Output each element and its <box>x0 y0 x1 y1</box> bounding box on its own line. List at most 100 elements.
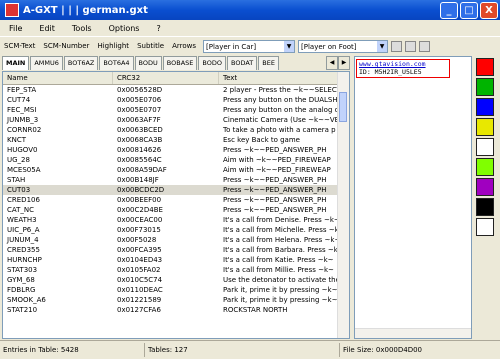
color-swatch[interactable] <box>476 118 494 136</box>
cell-name: STAH <box>7 176 26 184</box>
scm-number-button[interactable]: SCM-Number <box>39 42 93 50</box>
table-row[interactable]: CORNR02 0x0063BCED To take a photo with a … <box>3 125 349 135</box>
color-swatch[interactable] <box>476 178 494 196</box>
tab-ammu6[interactable]: AMMU6 <box>30 56 63 70</box>
table-row[interactable]: FDBLRG 0x0110DEAC Park it, prime it by pre… <box>3 285 349 295</box>
table-row[interactable]: CRED355 0x00FCA395 It's a call from Barbar… <box>3 245 349 255</box>
scm-text-button[interactable]: SCM-Text <box>0 42 39 50</box>
close-button[interactable]: X <box>480 1 498 19</box>
column-header-text[interactable]: Text <box>219 72 339 84</box>
table-row[interactable]: GYM_68 0x010C5C74 Use the detonator to act… <box>3 275 349 285</box>
horizontal-scrollbar[interactable] <box>355 328 471 338</box>
cell-text: Park it, prime it by pressing ~k~ <box>223 296 338 304</box>
column-header-crc32[interactable]: CRC32 <box>113 72 219 84</box>
menu-help[interactable]: ? <box>147 24 168 33</box>
vertical-scrollbar[interactable] <box>337 72 349 338</box>
cell-name: STAT303 <box>7 266 38 274</box>
chevron-left-icon[interactable]: ◀ <box>326 56 338 70</box>
cell-text: Cinematic Camera (Use ~k~~VE <box>223 116 339 124</box>
status-tables: Tables: 127 <box>145 343 340 357</box>
tab-bodu[interactable]: BODU <box>134 56 162 70</box>
menu-edit[interactable]: Edit <box>30 24 63 33</box>
table-row[interactable]: STAT303 0x0105FA02 It's a call from Millie… <box>3 265 349 275</box>
cell-name: CRED355 <box>7 246 40 254</box>
table-row[interactable]: CUT03 0x00BCDC2D Press ~k~~PED_ANSWER_PH <box>3 185 349 195</box>
tab-bot6a4[interactable]: BOT6A4 <box>99 56 134 70</box>
color-swatch[interactable] <box>476 218 494 236</box>
highlight-box <box>356 59 450 78</box>
cell-name: JUNMB_3 <box>7 116 39 124</box>
menu-options[interactable]: Options <box>100 24 148 33</box>
scroll-thumb[interactable] <box>339 92 347 122</box>
table-row[interactable]: CAT_NC 0x00C2D4BE Press ~k~~PED_ANSWER_PH <box>3 205 349 215</box>
search-icon[interactable] <box>419 40 431 52</box>
table-row[interactable]: UG_28 0x0085564C Aim with ~k~~PED_FIREWEAP <box>3 155 349 165</box>
arrows-button[interactable]: Arrows <box>168 42 200 50</box>
color-swatch[interactable] <box>476 198 494 216</box>
cell-text: Press any button on the analog co <box>223 106 339 114</box>
cell-name: SMOOK_A6 <box>7 296 46 304</box>
highlight-button[interactable]: Highlight <box>93 42 133 50</box>
maximize-button[interactable]: □ <box>460 1 478 19</box>
tab-bodo[interactable]: BODO <box>198 56 226 70</box>
player-on-foot-select[interactable]: [Player on Foot] ▼ <box>298 39 389 53</box>
tab-scroll: ◀ ▶ <box>326 56 350 70</box>
color-swatch[interactable] <box>476 78 494 96</box>
cell-crc32: 0x00814626 <box>117 146 162 154</box>
app-icon <box>5 3 19 17</box>
cell-name: HUGOV0 <box>7 146 38 154</box>
menu-file[interactable]: File <box>0 24 30 33</box>
text-editor[interactable]: www.gtavision.com ID: M5H2IR_U5LE5 <box>354 56 472 339</box>
cell-text: ROCKSTAR NORTH <box>223 306 288 314</box>
cell-name: CORNR02 <box>7 126 42 134</box>
table-row[interactable]: JUNMB_3 0x0063AF7F Cinematic Camera (Use ~… <box>3 115 349 125</box>
folder-icon[interactable] <box>405 40 417 52</box>
cell-crc32: 0x00B148JF <box>117 176 159 184</box>
table-row[interactable]: MCES05A 0x008A59DAF Aim with ~k~~PED_FIREW… <box>3 165 349 175</box>
subtitle-button[interactable]: Subtitle <box>133 42 168 50</box>
table-row[interactable]: WEATH3 0x00CEAC00 It's a call from Denise.… <box>3 215 349 225</box>
cell-name: CRED106 <box>7 196 40 204</box>
status-bar: Entries in Table: 5428 Tables: 127 File … <box>0 340 500 359</box>
cell-crc32: 0x00BEEF00 <box>117 196 162 204</box>
table-row[interactable]: JUNUM_4 0x00F5028 It's a call from Helena.… <box>3 235 349 245</box>
copy-icon[interactable] <box>391 40 403 52</box>
table-row[interactable]: STAT210 0x0127CFA6 ROCKSTAR NORTH <box>3 305 349 315</box>
color-palette <box>474 56 496 238</box>
chevron-down-icon: ▼ <box>377 40 388 52</box>
table-row[interactable]: CUT74 0x005E0706 Press any button on the D… <box>3 95 349 105</box>
color-swatch[interactable] <box>476 138 494 156</box>
table-row[interactable]: FEP_STA 0x0056528D 2 player - Press the ~k… <box>3 85 349 95</box>
tab-bot6az[interactable]: BOT6AZ <box>63 56 99 70</box>
player-in-car-select[interactable]: [Player in Car] ▼ <box>203 39 296 53</box>
tab-bobase[interactable]: BOBASE <box>162 56 198 70</box>
status-entries: Entries in Table: 5428 <box>0 343 145 357</box>
table-row[interactable]: KNCT 0x0068CA3B Esc key Back to game <box>3 135 349 145</box>
column-header-name[interactable]: Name <box>3 72 113 84</box>
tab-bodat[interactable]: BODAT <box>226 56 258 70</box>
cell-name: JUNUM_4 <box>7 236 39 244</box>
color-swatch[interactable] <box>476 158 494 176</box>
table-body: FEP_STA 0x0056528D 2 player - Press the ~k… <box>3 85 349 315</box>
tab-bee[interactable]: BEE <box>258 56 279 70</box>
cell-crc32: 0x00BCDC2D <box>117 186 165 194</box>
table-row[interactable]: FEC_MSI 0x005E0707 Press any button on the… <box>3 105 349 115</box>
cell-name: CUT03 <box>7 186 31 194</box>
color-swatch[interactable] <box>476 98 494 116</box>
table-row[interactable]: HURNCHP 0x0104ED43 It's a call from Katie.… <box>3 255 349 265</box>
table-row[interactable]: UIC_P6_A 0x00F73015 It's a call from Miche… <box>3 225 349 235</box>
cell-crc32: 0x00F73015 <box>117 226 161 234</box>
chevron-right-icon[interactable]: ▶ <box>338 56 350 70</box>
cell-text: It's a call from Katie. Press ~k~ <box>223 256 334 264</box>
table-row[interactable]: SMOOK_A6 0x01221589 Park it, prime it by p… <box>3 295 349 305</box>
menu-tools[interactable]: Tools <box>63 24 100 33</box>
table-row[interactable]: HUGOV0 0x00814626 Press ~k~~PED_ANSWER_PH <box>3 145 349 155</box>
table-row[interactable]: CRED106 0x00BEEF00 Press ~k~~PED_ANSWER_PH <box>3 195 349 205</box>
minimize-button[interactable]: _ <box>440 1 458 19</box>
cell-crc32: 0x0063BCED <box>117 126 163 134</box>
table-row[interactable]: STAH 0x00B148JF Press ~k~~PED_ANSWER_PH <box>3 175 349 185</box>
cell-crc32: 0x005E0707 <box>117 106 162 114</box>
tab-main[interactable]: MAIN <box>2 56 30 70</box>
cell-text: Aim with ~k~~PED_FIREWEAP <box>223 166 331 174</box>
color-swatch[interactable] <box>476 58 494 76</box>
